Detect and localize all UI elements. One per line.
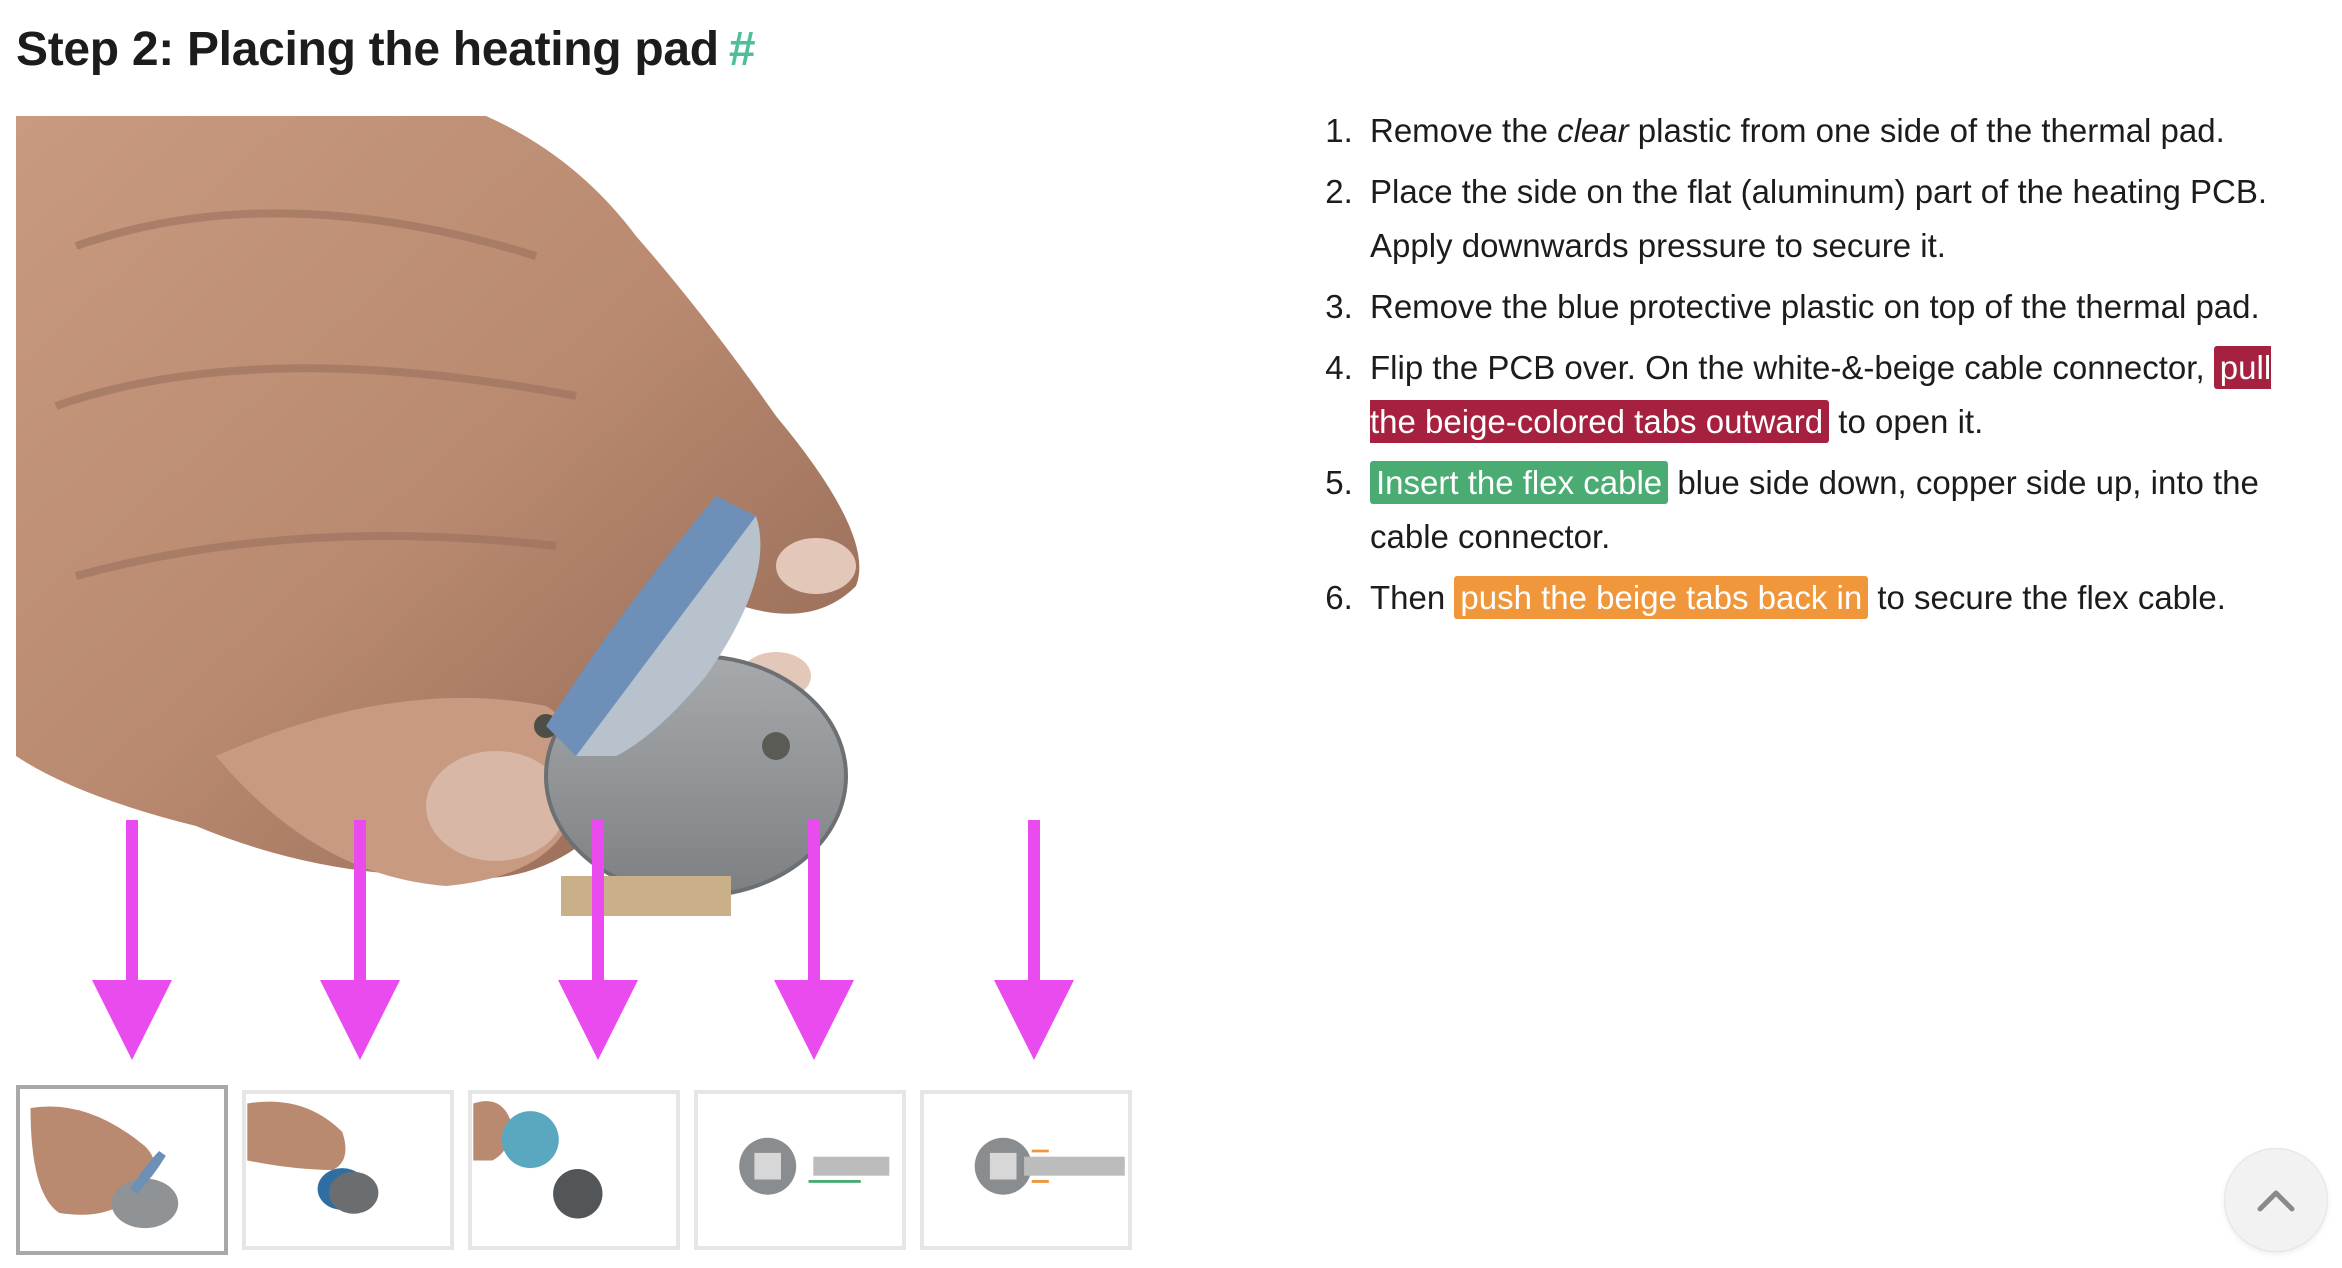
thumbnail-strip	[16, 1085, 1136, 1260]
arrow-down-icon	[558, 820, 638, 1060]
thumbnail-2[interactable]	[242, 1090, 454, 1250]
arrow-down-icon	[774, 820, 854, 1060]
instruction-step: Then push the beige tabs back in to secu…	[1362, 571, 2322, 625]
heading-anchor-link[interactable]: #	[729, 23, 756, 76]
chevron-up-icon	[2257, 1190, 2295, 1212]
thumbnail-1[interactable]	[16, 1085, 228, 1255]
highlight-insert-cable: Insert the flex cable	[1370, 461, 1669, 504]
highlight-push-tabs: push the beige tabs back in	[1454, 576, 1869, 619]
instruction-step: Insert the flex cable blue side down, co…	[1362, 456, 2322, 564]
thumbnail-4[interactable]	[694, 1090, 906, 1250]
thumbnail-5[interactable]	[920, 1090, 1132, 1250]
scroll-to-top-button[interactable]	[2224, 1148, 2328, 1252]
instruction-list: Remove the clear plastic from one side o…	[1320, 104, 2322, 632]
instruction-step: Remove the clear plastic from one side o…	[1362, 104, 2322, 158]
arrow-down-icon	[320, 820, 400, 1060]
thumbnail-3[interactable]	[468, 1090, 680, 1250]
arrow-down-icon	[92, 820, 172, 1060]
instruction-step: Place the side on the flat (aluminum) pa…	[1362, 165, 2322, 273]
instruction-step: Remove the blue protective plastic on to…	[1362, 280, 2322, 334]
instruction-step: Flip the PCB over. On the white-&-beige …	[1362, 341, 2322, 449]
arrow-down-icon	[994, 820, 1074, 1060]
heading-title: Step 2: Placing the heating pad	[16, 23, 719, 76]
section-heading: Step 2: Placing the heating pad #	[16, 22, 756, 77]
